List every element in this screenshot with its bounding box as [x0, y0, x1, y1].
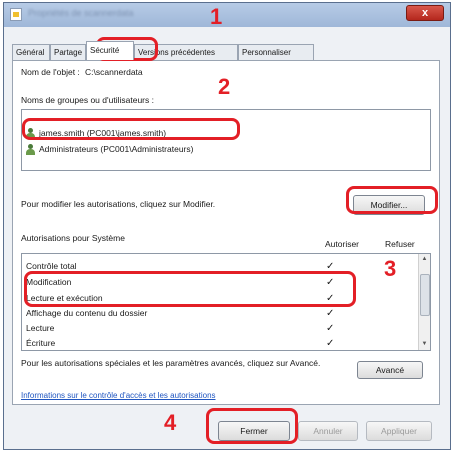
scroll-thumb[interactable] — [420, 274, 430, 316]
callout-3: 3 — [384, 256, 397, 281]
check-icon: ✓ — [326, 323, 335, 334]
permission-row: Lecture ✓ — [26, 322, 422, 335]
group-icon — [26, 144, 36, 156]
properties-dialog: Propriétés de scannerdata x Général Part… — [3, 2, 451, 450]
permission-name: Lecture — [26, 323, 55, 333]
advanced-hint-text: Pour les autorisations spéciales et les … — [21, 358, 321, 368]
security-panel: Nom de l'objet : C:\scannerdata Noms de … — [12, 60, 440, 405]
object-name-value: C:\scannerdata — [85, 67, 143, 77]
permission-row: Affichage du contenu du dossier ✓ — [26, 307, 422, 320]
title-bar[interactable]: Propriétés de scannerdata x — [4, 3, 450, 27]
folder-icon — [10, 8, 22, 21]
highlight-user-row — [22, 118, 240, 140]
callout-4: 4 — [164, 410, 177, 435]
scroll-down-icon[interactable]: ▼ — [419, 339, 430, 350]
check-icon: ✓ — [326, 308, 335, 319]
modify-hint-text: Pour modifier les autorisations, cliquez… — [21, 199, 216, 209]
window-title: Propriétés de scannerdata — [28, 8, 134, 18]
permissions-scrollbar[interactable]: ▲ ▼ — [418, 254, 430, 350]
tab-general[interactable]: Général — [12, 44, 50, 60]
deny-header: Refuser — [385, 239, 415, 249]
highlight-close-button — [206, 408, 298, 444]
apply-button[interactable]: Appliquer — [366, 421, 432, 441]
check-icon: ✓ — [326, 338, 335, 349]
callout-1: 1 — [210, 4, 223, 29]
highlight-modify-button — [346, 186, 438, 214]
tab-sharing[interactable]: Partage — [50, 44, 86, 60]
tab-security[interactable]: Sécurité — [86, 41, 134, 60]
permissions-label: Autorisations pour Système — [21, 233, 125, 243]
groups-label: Noms de groupes ou d'utilisateurs : — [21, 95, 154, 105]
allow-header: Autoriser — [325, 239, 360, 249]
permission-name: Affichage du contenu du dossier — [26, 308, 148, 318]
access-control-help-link[interactable]: Informations sur le contrôle d'accès et … — [21, 391, 216, 400]
object-name-label: Nom de l'objet : — [21, 67, 80, 77]
close-window-button[interactable]: x — [406, 5, 444, 21]
list-item-user[interactable]: Administrateurs (PC001\Administrateurs) — [26, 142, 193, 156]
scroll-up-icon[interactable]: ▲ — [419, 254, 430, 265]
advanced-button[interactable]: Avancé — [357, 361, 423, 379]
permission-row: Écriture ✓ — [26, 337, 422, 350]
permission-name: Écriture — [26, 338, 56, 348]
user-label: Administrateurs (PC001\Administrateurs) — [39, 144, 194, 154]
callout-2: 2 — [218, 74, 231, 99]
tab-customize[interactable]: Personnaliser — [238, 44, 314, 60]
highlight-permissions — [24, 271, 356, 307]
cancel-button[interactable]: Annuler — [298, 421, 358, 441]
